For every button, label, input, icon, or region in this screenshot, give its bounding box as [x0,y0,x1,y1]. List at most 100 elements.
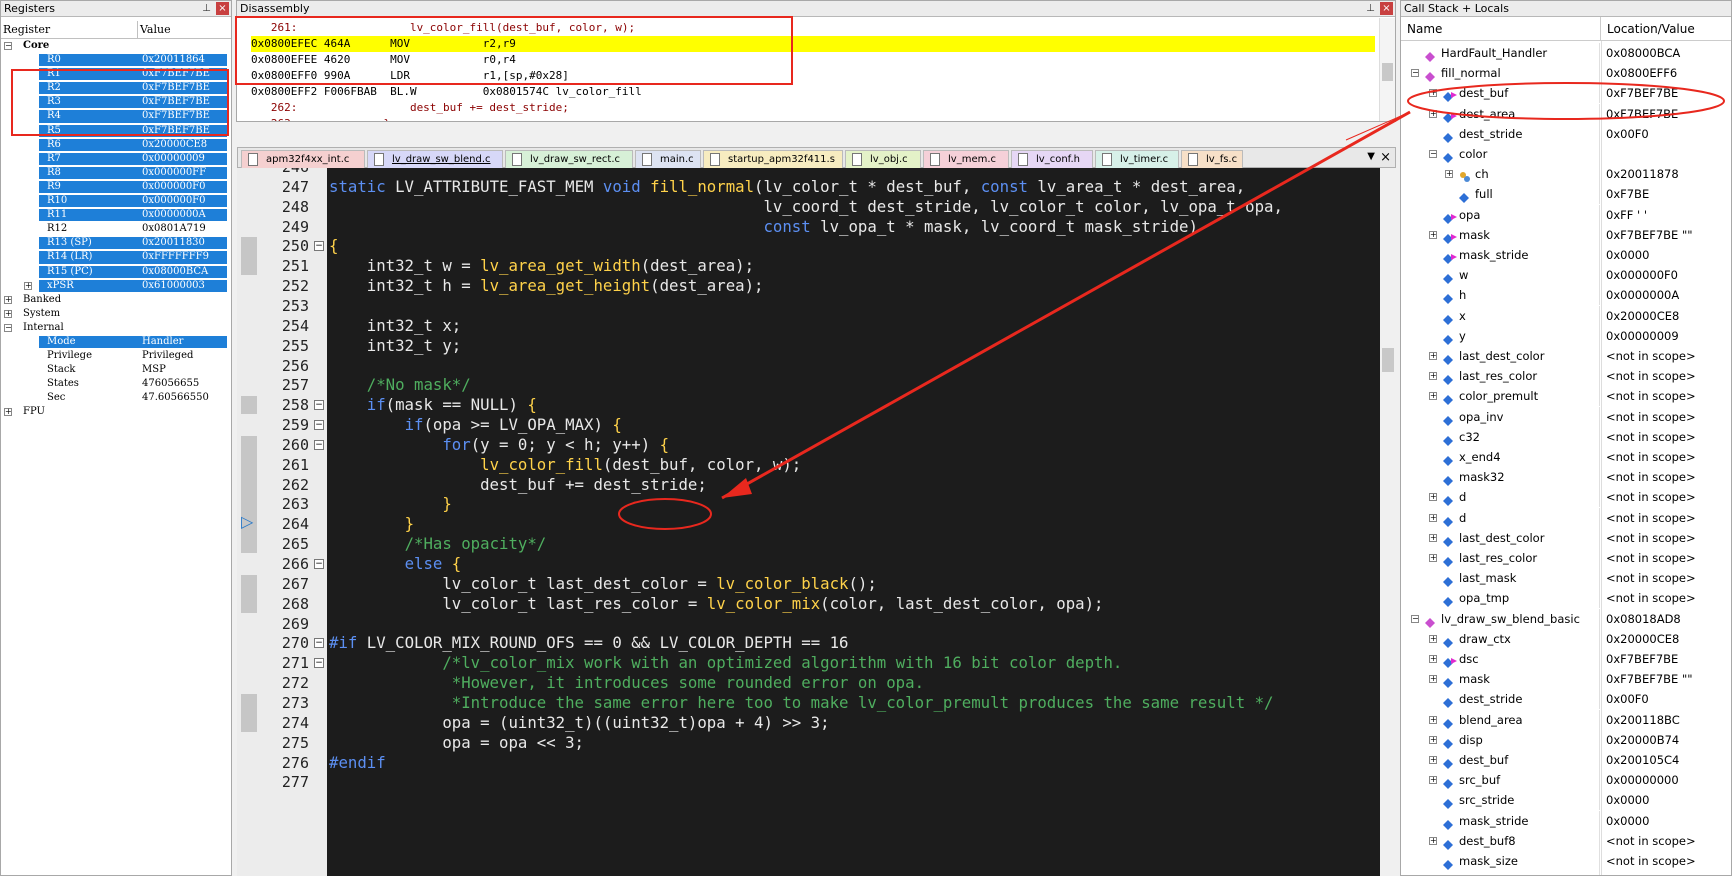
code-area[interactable]: static LV_ATTRIBUTE_FAST_MEM void fill_n… [327,168,1396,876]
register-row[interactable]: R9 0x000000F0 [1,180,231,194]
local-row[interactable]: + last_dest_color <not in scope> [1401,527,1731,548]
local-row[interactable]: opa_inv <not in scope> [1401,406,1731,427]
disassembly-listing[interactable]: 261: lv_color_fill(dest_buf, color, w); 0… [251,20,1375,121]
col-value[interactable]: Value [138,21,171,38]
asm-line[interactable]: 0x0800EFF2 F006FBAB BL.W 0x0801574C lv_c… [251,84,1375,100]
register-row[interactable]: − Core [1,39,231,53]
tab-file[interactable]: startup_apm32f411.s [703,150,843,168]
local-row[interactable]: mask_stride 0x0000 [1401,810,1731,831]
register-row[interactable]: + Banked [1,293,231,307]
code-line[interactable]: /*No mask*/ [329,374,471,396]
expand-toggle-icon[interactable]: + [1429,655,1437,663]
expand-toggle-icon[interactable]: + [4,309,12,318]
expand-toggle-icon[interactable]: − [1411,69,1419,78]
register-row[interactable]: States 476056655 [1,377,231,391]
code-line[interactable]: if(mask == NULL) { [329,394,537,416]
local-row[interactable]: mask_size <not in scope> [1401,851,1731,871]
code-line[interactable]: } [329,493,451,515]
fold-toggle-icon[interactable]: − [314,559,324,569]
register-row[interactable]: Sec 47.60566550 [1,391,231,405]
local-row[interactable]: i <not in scope> [1401,871,1731,875]
local-row[interactable]: + ch 0x20011878 [1401,164,1731,185]
local-row[interactable]: + last_dest_color <not in scope> [1401,346,1731,366]
local-row[interactable]: opa 0xFF ' ' [1401,204,1731,225]
asm-line[interactable]: 0x0800EFEE 4620 MOV r0,r4 [251,52,1375,68]
register-row[interactable]: − Internal [1,321,231,335]
local-row[interactable]: y 0x00000009 [1401,325,1731,346]
code-line[interactable]: /*lv_color_mix work with an optimized al… [329,652,1122,674]
expand-toggle-icon[interactable]: + [1429,533,1437,542]
expand-toggle-icon[interactable]: + [4,295,12,304]
register-row[interactable]: R12 0x0801A719 [1,222,231,236]
register-row[interactable]: R2 0xF7BEF7BE [1,81,231,95]
tab-file[interactable]: lv_draw_sw_blend.c [367,150,503,168]
local-row[interactable]: + blend_area 0x200118BC [1401,709,1731,730]
col-location-value[interactable]: Location/Value [1601,17,1695,40]
register-row[interactable]: R4 0xF7BEF7BE [1,109,231,123]
scroll-thumb[interactable] [1382,63,1393,81]
local-row[interactable]: + color_premult <not in scope> [1401,386,1731,407]
expand-toggle-icon[interactable]: + [1429,554,1437,562]
expand-toggle-icon[interactable]: + [1429,109,1437,118]
fold-toggle-icon[interactable]: − [314,241,324,252]
close-icon[interactable]: × [1380,2,1393,15]
local-row[interactable]: dest_stride 0x00F0 [1401,123,1731,144]
local-row[interactable]: + dest_buf8 <not in scope> [1401,830,1731,851]
register-row[interactable]: R5 0xF7BEF7BE [1,124,231,138]
source-line[interactable]: 263: } [251,116,1375,121]
expand-toggle-icon[interactable]: + [1429,735,1437,744]
source-line[interactable]: 262: dest_buf += dest_stride; [251,100,1375,116]
local-row[interactable]: + last_res_color <not in scope> [1401,366,1731,387]
pin-icon[interactable]: ⊥ [200,2,213,15]
local-row[interactable]: x_end4 <not in scope> [1401,447,1731,467]
tab-file[interactable]: apm32f4xx_int.c [241,150,365,168]
tab-file[interactable]: lv_draw_sw_rect.c [505,150,633,168]
fold-toggle-icon[interactable]: − [314,439,324,450]
code-line[interactable]: opa = (uint32_t)((uint32_t)opa + 4) >> 3… [329,712,829,734]
fold-toggle-icon[interactable]: − [314,400,324,411]
close-icon[interactable]: × [216,2,229,15]
tab-file[interactable]: lv_mem.c [923,150,1009,168]
expand-toggle-icon[interactable]: − [4,323,12,332]
local-row[interactable]: + dsc 0xF7BEF7BE [1401,649,1731,669]
local-row[interactable]: + dest_area 0xF7BEF7BE [1401,103,1731,124]
tab-file[interactable]: main.c [635,150,701,168]
fold-toggle-icon[interactable]: − [314,638,324,649]
code-line[interactable]: else { [329,553,462,575]
tab-file[interactable]: lv_timer.c [1095,150,1179,168]
code-line[interactable]: #endif [329,752,386,774]
fold-toggle-icon[interactable]: − [314,658,324,669]
local-row[interactable]: opa_tmp <not in scope> [1401,588,1731,609]
register-row[interactable]: R10 0x000000F0 [1,194,231,208]
disassembly-scrollbar[interactable] [1379,18,1395,121]
expand-toggle-icon[interactable]: + [4,408,12,417]
local-row[interactable]: + mask 0xF7BEF7BE "" [1401,669,1731,690]
local-row[interactable]: w 0x000000F0 [1401,265,1731,286]
tab-list-icon[interactable]: ▼ [1367,151,1375,162]
register-row[interactable]: R13 (SP) 0x20011830 [1,236,231,250]
local-row[interactable]: + draw_ctx 0x20000CE8 [1401,628,1731,649]
local-row[interactable]: c32 <not in scope> [1401,426,1731,447]
local-row[interactable]: dest_stride 0x00F0 [1401,689,1731,710]
expand-toggle-icon[interactable]: + [1429,756,1437,764]
local-row[interactable]: HardFault_Handler 0x08000BCA [1401,43,1731,63]
expand-toggle-icon[interactable]: + [1445,170,1453,179]
register-row[interactable]: R11 0x0000000A [1,208,231,222]
register-row[interactable]: R0 0x20011864 [1,53,231,67]
local-row[interactable]: + dest_buf 0x200105C4 [1401,750,1731,770]
expand-toggle-icon[interactable]: + [1429,634,1437,643]
fold-toggle-icon[interactable]: − [314,420,324,431]
code-line[interactable]: int32_t w = lv_area_get_width(dest_area)… [329,255,754,277]
code-line[interactable]: int32_t x; [329,315,461,337]
local-row[interactable]: + d <not in scope> [1401,487,1731,508]
register-row[interactable]: R8 0x000000FF [1,166,231,180]
code-line[interactable]: dest_buf += dest_stride; [329,474,707,496]
register-row[interactable]: R7 0x00000009 [1,152,231,166]
register-row[interactable]: R6 0x20000CE8 [1,138,231,152]
tab-file[interactable]: lv_conf.h [1011,150,1093,168]
expand-toggle-icon[interactable]: − [4,42,12,50]
expand-toggle-icon[interactable]: − [1429,150,1437,158]
register-row[interactable]: + xPSR 0x61000003 [1,279,231,293]
local-row[interactable]: + src_buf 0x00000000 [1401,770,1731,791]
expand-toggle-icon[interactable]: + [1429,392,1437,401]
